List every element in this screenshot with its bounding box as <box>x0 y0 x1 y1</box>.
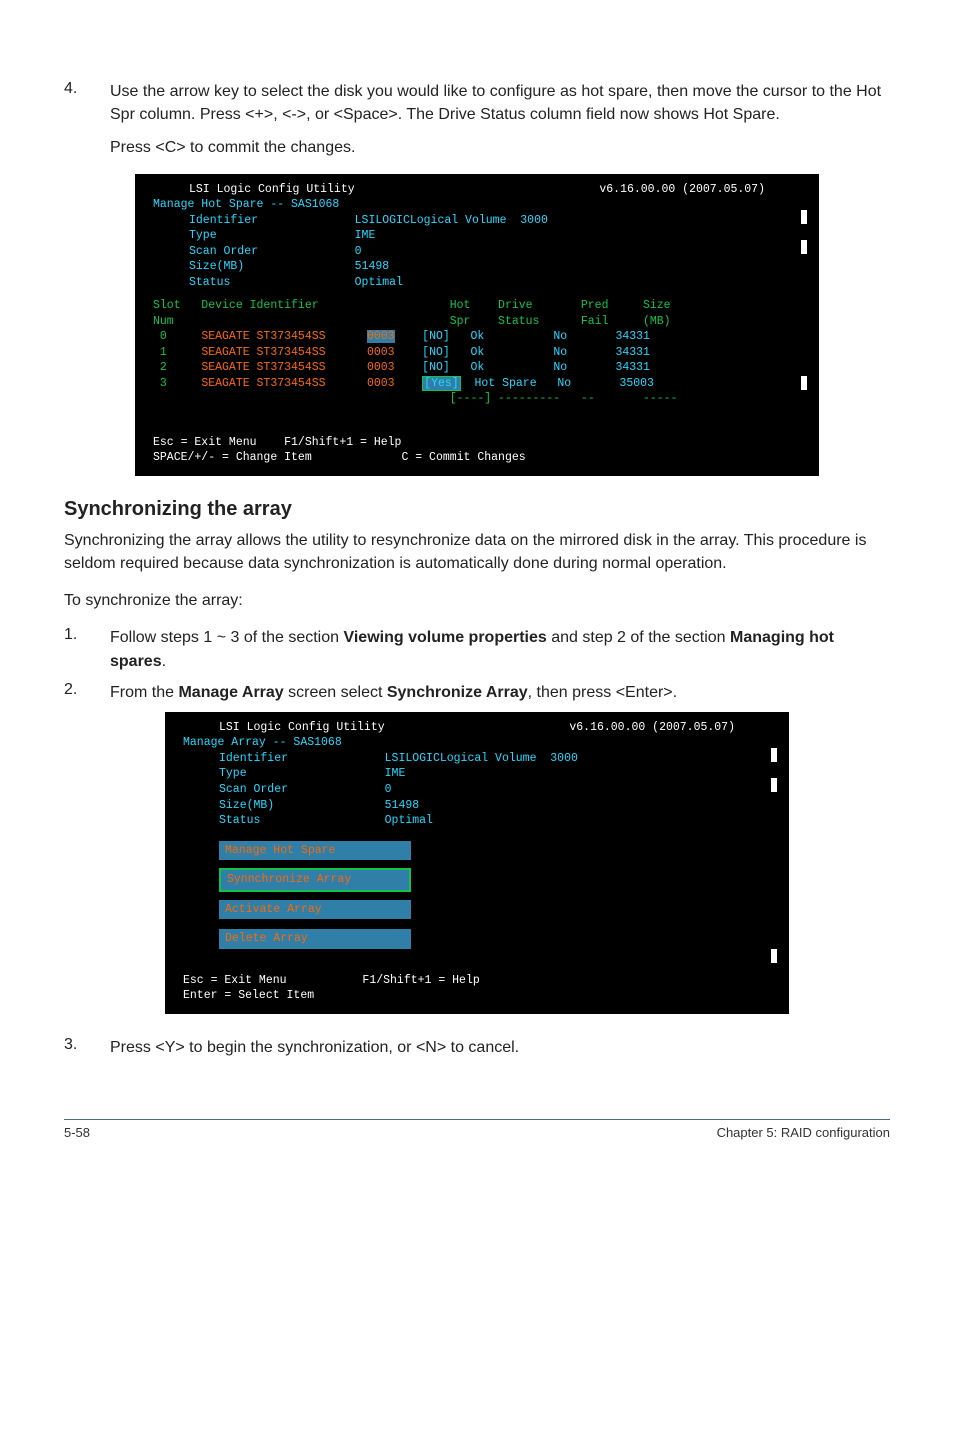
term2-title-left: LSI Logic Config Utility <box>219 720 385 736</box>
sync-step-1: 1. Follow steps 1 ~ 3 of the section Vie… <box>64 626 890 672</box>
term2-menu-item[interactable]: Synnchronize Array <box>219 868 411 892</box>
scrollbar-fragment <box>771 949 777 963</box>
sync-step-2-text: From the Manage Array screen select Sync… <box>110 681 890 704</box>
sync-step-2-number: 2. <box>64 681 110 704</box>
page-footer: 5-58 Chapter 5: RAID configuration <box>64 1119 890 1140</box>
sync-para2: To synchronize the array: <box>64 589 890 612</box>
step-3-text: Press <Y> to begin the synchronization, … <box>110 1036 890 1059</box>
term2-title-row: LSI Logic Config Utility v6.16.00.00 (20… <box>179 720 775 736</box>
term2-ident-row: Type IME <box>219 766 775 782</box>
sync-para1: Synchronizing the array allows the utili… <box>64 529 890 575</box>
footer-left: 5-58 <box>64 1125 90 1140</box>
term1-title-right: v6.16.00.00 (2007.05.07) <box>599 182 765 198</box>
term1-title-left: LSI Logic Config Utility <box>189 182 355 198</box>
sync-step2-bold-a: Manage Array <box>178 684 283 701</box>
term1-title-row: LSI Logic Config Utility v6.16.00.00 (20… <box>149 182 805 198</box>
step-4: 4. Use the arrow key to select the disk … <box>64 80 890 126</box>
sync-step2-span-b: screen select <box>284 684 387 701</box>
scrollbar-fragment <box>771 748 777 762</box>
terminal-manage-array: LSI Logic Config Utility v6.16.00.00 (20… <box>165 712 789 1014</box>
sync-step1-span-b: and step 2 of the section <box>547 629 730 646</box>
term1-data-row: 2 SEAGATE ST373454SS 0003 [NO] Ok No 343… <box>153 360 805 376</box>
term1-ident-row: Scan Order 0 <box>189 244 805 260</box>
term2-title-right: v6.16.00.00 (2007.05.07) <box>569 720 735 736</box>
step-4-text: Use the arrow key to select the disk you… <box>110 80 890 126</box>
term1-ident-row: Status Optimal <box>189 275 805 291</box>
term1-data-row: 0 SEAGATE ST373454SS 0003 [NO] Ok No 343… <box>153 329 805 345</box>
term1-data-row: 1 SEAGATE ST373454SS 0003 [NO] Ok No 343… <box>153 345 805 361</box>
term1-ident-row: Type IME <box>189 228 805 244</box>
term1-subtitle: Manage Hot Spare -- SAS1068 <box>149 197 805 213</box>
step-4-para2: Press <C> to commit the changes. <box>110 136 890 159</box>
term2-ident-row: Identifier LSILOGICLogical Volume 3000 <box>219 751 775 767</box>
sync-step1-span-c: . <box>162 653 166 670</box>
term1-footer-1: Esc = Exit Menu F1/Shift+1 = Help <box>149 435 805 451</box>
term1-table-header-1: Slot Device Identifier Hot Drive Pred Si… <box>149 298 805 314</box>
heading-synchronizing: Synchronizing the array <box>64 498 890 521</box>
sync-step-1-number: 1. <box>64 626 110 672</box>
term1-table-header-2: Num Spr Status Fail (MB) <box>149 314 805 330</box>
sync-step1-span-a: Follow steps 1 ~ 3 of the section <box>110 629 343 646</box>
scrollbar-fragment <box>801 240 807 254</box>
term1-ident-row: Size(MB) 51498 <box>189 259 805 275</box>
sync-step2-span-a: From the <box>110 684 178 701</box>
term1-dashrow: [----] --------- -- ----- <box>149 391 805 407</box>
sync-step2-span-c: , then press <Enter>. <box>528 684 677 701</box>
term1-footer-2: SPACE/+/- = Change Item C = Commit Chang… <box>149 450 805 466</box>
sync-step1-bold-a: Viewing volume properties <box>343 629 546 646</box>
sync-step-1-text: Follow steps 1 ~ 3 of the section Viewin… <box>110 626 890 672</box>
step-4-number: 4. <box>64 80 110 126</box>
scrollbar-fragment <box>771 778 777 792</box>
step-3: 3. Press <Y> to begin the synchronizatio… <box>64 1036 890 1059</box>
term2-ident-row: Scan Order 0 <box>219 782 775 798</box>
term2-ident-row: Status Optimal <box>219 813 775 829</box>
term2-footer-2: Enter = Select Item <box>179 988 775 1004</box>
scrollbar-fragment <box>801 210 807 224</box>
term2-footer-1: Esc = Exit Menu F1/Shift+1 = Help <box>179 973 775 989</box>
sync-step-2: 2. From the Manage Array screen select S… <box>64 681 890 704</box>
term1-ident-row: Identifier LSILOGICLogical Volume 3000 <box>189 213 805 229</box>
term2-ident-row: Size(MB) 51498 <box>219 798 775 814</box>
sync-step2-bold-b: Synchronize Array <box>387 684 528 701</box>
term2-subtitle: Manage Array -- SAS1068 <box>179 735 775 751</box>
term2-menu-item[interactable]: Manage Hot Spare <box>219 841 411 861</box>
terminal-hot-spare: LSI Logic Config Utility v6.16.00.00 (20… <box>135 174 819 476</box>
scrollbar-fragment <box>801 376 807 390</box>
term2-menu-item[interactable]: Activate Array <box>219 900 411 920</box>
footer-right: Chapter 5: RAID configuration <box>717 1125 890 1140</box>
step-3-number: 3. <box>64 1036 110 1059</box>
term1-data-row: 3 SEAGATE ST373454SS 0003 [Yes] Hot Spar… <box>153 376 805 392</box>
term2-menu-item[interactable]: Delete Array <box>219 929 411 949</box>
